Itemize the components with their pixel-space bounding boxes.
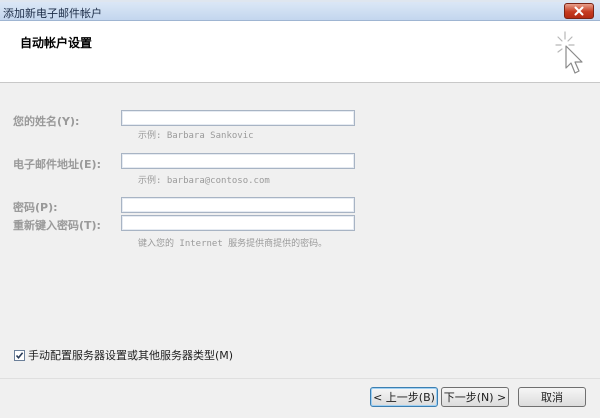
- manual-config-checkbox[interactable]: [14, 349, 25, 361]
- name-input[interactable]: [121, 110, 355, 126]
- next-button[interactable]: 下一步(N) >: [441, 387, 509, 407]
- password-input[interactable]: [121, 197, 355, 213]
- checkmark-icon: [15, 351, 24, 359]
- cancel-button[interactable]: 取消: [518, 387, 586, 407]
- name-label: 您的姓名(Y):: [13, 115, 80, 128]
- email-input[interactable]: [121, 153, 355, 169]
- window-title: 添加新电子邮件帐户: [3, 7, 102, 20]
- password-confirm-label: 重新键入密码(T):: [13, 219, 101, 232]
- password-confirm-input[interactable]: [121, 215, 355, 231]
- manual-config-checkbox-row[interactable]: 手动配置服务器设置或其他服务器类型(M): [14, 347, 233, 363]
- email-label: 电子邮件地址(E):: [13, 158, 101, 171]
- close-icon: [574, 6, 584, 16]
- password-hint: 键入您的 Internet 服务提供商提供的密码。: [138, 239, 328, 249]
- title-bar[interactable]: 添加新电子邮件帐户: [0, 2, 600, 21]
- password-label: 密码(P):: [13, 201, 58, 214]
- manual-config-label: 手动配置服务器设置或其他服务器类型(M): [28, 349, 234, 362]
- back-button[interactable]: < 上一步(B): [370, 387, 438, 407]
- email-hint: 示例: barbara@contoso.com: [138, 176, 270, 186]
- wizard-footer: < 上一步(B) 下一步(N) > 取消: [0, 378, 600, 418]
- name-hint: 示例: Barbara Sankovic: [138, 131, 254, 141]
- page-title: 自动帐户设置: [20, 36, 93, 50]
- cursor-click-icon: [555, 31, 583, 74]
- close-button[interactable]: [564, 3, 594, 19]
- wizard-header: 自动帐户设置: [0, 21, 600, 83]
